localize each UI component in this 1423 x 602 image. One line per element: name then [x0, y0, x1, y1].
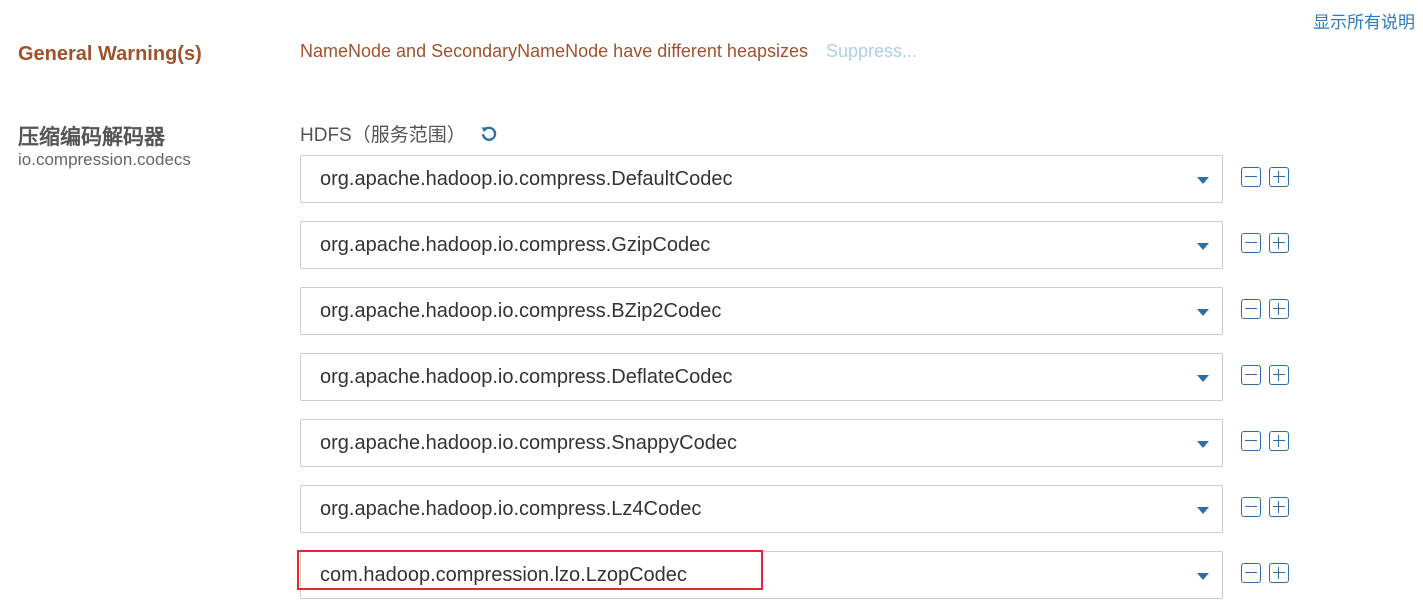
add-value-button[interactable] [1269, 431, 1289, 451]
add-value-button[interactable] [1269, 167, 1289, 187]
remove-value-button[interactable] [1241, 431, 1261, 451]
codec-row: org.apache.hadoop.io.compress.GzipCodec [300, 221, 1300, 269]
remove-value-button[interactable] [1241, 299, 1261, 319]
codec-row: org.apache.hadoop.io.compress.DeflateCod… [300, 353, 1300, 401]
add-value-button[interactable] [1269, 563, 1289, 583]
add-value-button[interactable] [1269, 497, 1289, 517]
codec-row: org.apache.hadoop.io.compress.BZip2Codec [300, 287, 1300, 335]
codec-select[interactable]: org.apache.hadoop.io.compress.BZip2Codec [300, 287, 1223, 335]
codec-value: org.apache.hadoop.io.compress.DeflateCod… [320, 366, 733, 388]
codec-value: org.apache.hadoop.io.compress.Lz4Codec [320, 498, 702, 520]
remove-value-button[interactable] [1241, 167, 1261, 187]
codec-row: org.apache.hadoop.io.compress.SnappyCode… [300, 419, 1300, 467]
param-key: io.compression.codecs [18, 150, 191, 169]
codec-row: org.apache.hadoop.io.compress.DefaultCod… [300, 155, 1300, 203]
caret-down-icon [1197, 507, 1209, 514]
codec-select[interactable]: com.hadoop.compression.lzo.LzopCodec [300, 551, 1223, 599]
codec-select[interactable]: org.apache.hadoop.io.compress.GzipCodec [300, 221, 1223, 269]
param-title: 压缩编码解码器 [18, 126, 165, 149]
caret-down-icon [1197, 309, 1209, 316]
add-value-button[interactable] [1269, 365, 1289, 385]
codec-value: org.apache.hadoop.io.compress.BZip2Codec [320, 300, 722, 322]
codec-row: com.hadoop.compression.lzo.LzopCodec [300, 551, 1300, 599]
scope-label: HDFS（服务范围） [300, 125, 466, 146]
remove-value-button[interactable] [1241, 365, 1261, 385]
suppress-link[interactable]: Suppress... [826, 41, 917, 62]
caret-down-icon [1197, 177, 1209, 184]
remove-value-button[interactable] [1241, 563, 1261, 583]
caret-down-icon [1197, 441, 1209, 448]
codec-value: com.hadoop.compression.lzo.LzopCodec [320, 564, 687, 586]
codec-row: org.apache.hadoop.io.compress.Lz4Codec [300, 485, 1300, 533]
codec-value: org.apache.hadoop.io.compress.DefaultCod… [320, 168, 733, 190]
caret-down-icon [1197, 243, 1209, 250]
caret-down-icon [1197, 573, 1209, 580]
undo-icon[interactable] [480, 125, 498, 143]
codec-value: org.apache.hadoop.io.compress.SnappyCode… [320, 432, 737, 454]
general-warning-label: General Warning(s) [18, 43, 202, 65]
add-value-button[interactable] [1269, 299, 1289, 319]
warning-message: NameNode and SecondaryNameNode have diff… [300, 41, 808, 61]
remove-value-button[interactable] [1241, 233, 1261, 253]
codec-select[interactable]: org.apache.hadoop.io.compress.Lz4Codec [300, 485, 1223, 533]
caret-down-icon [1197, 375, 1209, 382]
codec-select[interactable]: org.apache.hadoop.io.compress.DefaultCod… [300, 155, 1223, 203]
scope-row: HDFS（服务范围） [300, 120, 498, 147]
codec-value: org.apache.hadoop.io.compress.GzipCodec [320, 234, 711, 256]
codec-select[interactable]: org.apache.hadoop.io.compress.DeflateCod… [300, 353, 1223, 401]
codec-select[interactable]: org.apache.hadoop.io.compress.SnappyCode… [300, 419, 1223, 467]
remove-value-button[interactable] [1241, 497, 1261, 517]
add-value-button[interactable] [1269, 233, 1289, 253]
show-all-descriptions-link[interactable]: 显示所有说明 [1313, 8, 1415, 33]
